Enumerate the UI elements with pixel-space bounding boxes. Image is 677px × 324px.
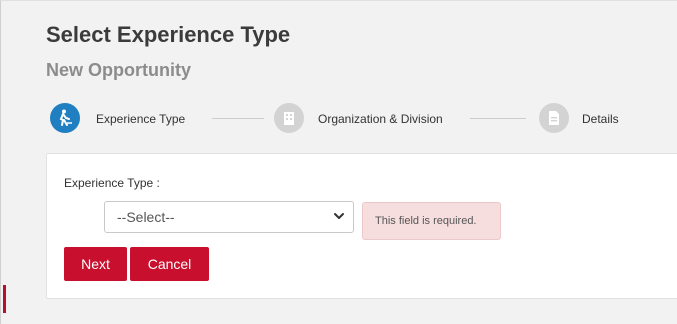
- next-button[interactable]: Next: [64, 247, 127, 281]
- step-label-details: Details: [582, 112, 619, 126]
- experience-type-label: Experience Type :: [64, 176, 160, 190]
- select-value: --Select--: [117, 209, 175, 225]
- left-edge-marker: [3, 285, 6, 313]
- step-label-experience-type: Experience Type: [96, 112, 186, 126]
- chevron-down-icon: [334, 213, 344, 219]
- step-connector: [470, 118, 526, 119]
- validation-message: This field is required.: [375, 215, 477, 227]
- step-connector: [212, 118, 264, 119]
- step-organization-icon: [274, 103, 304, 133]
- experience-type-select[interactable]: --Select--: [104, 201, 354, 233]
- step-label-organization: Organization & Division: [318, 112, 443, 126]
- page-subtitle: New Opportunity: [46, 60, 191, 80]
- page-title: Select Experience Type: [46, 22, 291, 47]
- validation-tooltip: This field is required.: [362, 202, 501, 240]
- document-icon: [549, 111, 559, 125]
- step-experience-type-icon: [50, 103, 80, 133]
- hiking-person-icon: [59, 109, 72, 126]
- cancel-button[interactable]: Cancel: [130, 247, 209, 281]
- building-icon: [284, 112, 294, 125]
- step-details-icon: [539, 103, 569, 133]
